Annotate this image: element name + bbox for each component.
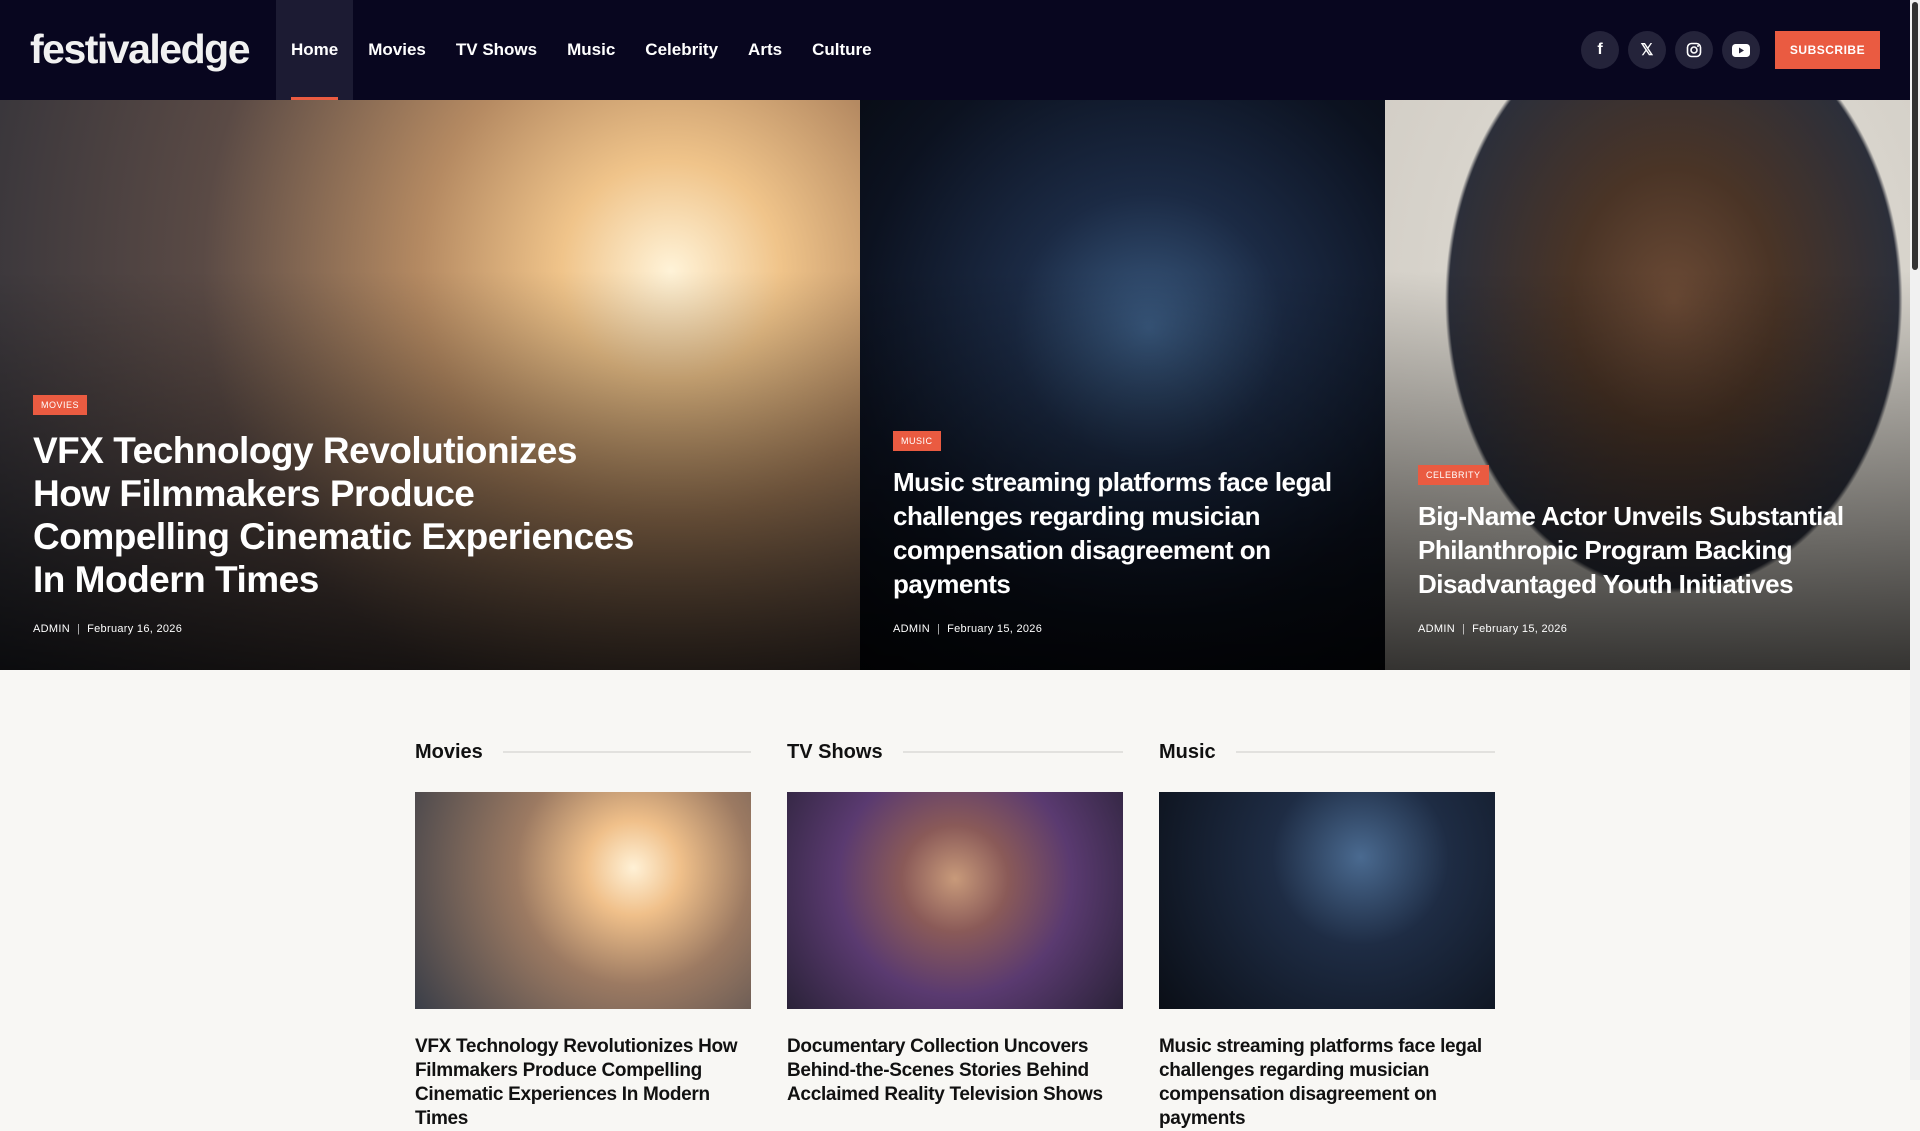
divider	[1235, 751, 1495, 753]
nav-arts[interactable]: Arts	[733, 0, 797, 100]
article-title[interactable]: Documentary Collection Uncovers Behind-t…	[787, 1035, 1123, 1107]
hero-card-music[interactable]: MUSIC Music streaming platforms face leg…	[860, 100, 1385, 670]
section-music: Music Music streaming platforms face leg…	[1159, 738, 1495, 1131]
article-title[interactable]: VFX Technology Revolutionizes How Filmma…	[415, 1035, 751, 1131]
author[interactable]: ADMIN	[33, 623, 70, 635]
nav-movies[interactable]: Movies	[353, 0, 441, 100]
hero-title[interactable]: VFX Technology Revolutionizes How Filmma…	[33, 429, 653, 601]
facebook-icon[interactable]: f	[1581, 31, 1619, 69]
article-image[interactable]	[1159, 792, 1495, 1009]
section-tv-shows: TV Shows Documentary Collection Uncovers…	[787, 738, 1123, 1107]
nav-home[interactable]: Home	[276, 0, 354, 100]
site-header: festivaledge Home Movies TV Shows Music …	[0, 0, 1910, 100]
hero-card-movies[interactable]: MOVIES VFX Technology Revolutionizes How…	[0, 100, 860, 670]
nav-culture[interactable]: Culture	[797, 0, 887, 100]
divider	[502, 751, 751, 753]
article-title[interactable]: Music streaming platforms face legal cha…	[1159, 1035, 1495, 1131]
scrollbar-thumb[interactable]	[1912, 2, 1918, 270]
category-badge[interactable]: MUSIC	[893, 431, 941, 451]
section-heading[interactable]: TV Shows	[787, 741, 883, 764]
divider	[902, 751, 1123, 753]
hero-card-celebrity[interactable]: CELEBRITY Big-Name Actor Unveils Substan…	[1385, 100, 1910, 670]
date: February 15, 2026	[1472, 623, 1568, 635]
author[interactable]: ADMIN	[1418, 623, 1455, 635]
section-heading[interactable]: Movies	[415, 741, 483, 764]
nav-celebrity[interactable]: Celebrity	[630, 0, 733, 100]
site-logo[interactable]: festivaledge	[30, 26, 251, 73]
main-nav: Home Movies TV Shows Music Celebrity Art…	[276, 0, 887, 100]
author[interactable]: ADMIN	[893, 623, 930, 635]
date: February 16, 2026	[87, 623, 183, 635]
section-heading[interactable]: Music	[1159, 741, 1216, 764]
x-icon[interactable]: 𝕏	[1628, 31, 1666, 69]
divider: |	[1461, 623, 1466, 635]
divider: |	[76, 623, 81, 635]
nav-tv-shows[interactable]: TV Shows	[441, 0, 552, 100]
article-image[interactable]	[415, 792, 751, 1009]
article-image[interactable]	[787, 792, 1123, 1009]
nav-music[interactable]: Music	[552, 0, 630, 100]
social-links: f 𝕏	[1581, 31, 1760, 69]
category-badge[interactable]: CELEBRITY	[1418, 465, 1489, 485]
instagram-icon[interactable]	[1675, 31, 1713, 69]
subscribe-button[interactable]: SUBSCRIBE	[1775, 31, 1880, 69]
hero-title[interactable]: Music streaming platforms face legal cha…	[893, 465, 1352, 601]
divider: |	[936, 623, 941, 635]
category-badge[interactable]: MOVIES	[33, 395, 88, 415]
hero-title[interactable]: Big-Name Actor Unveils Substantial Phila…	[1418, 499, 1877, 601]
youtube-icon[interactable]	[1722, 31, 1760, 69]
section-movies: Movies VFX Technology Revolutionizes How…	[415, 738, 751, 1131]
date: February 15, 2026	[947, 623, 1043, 635]
